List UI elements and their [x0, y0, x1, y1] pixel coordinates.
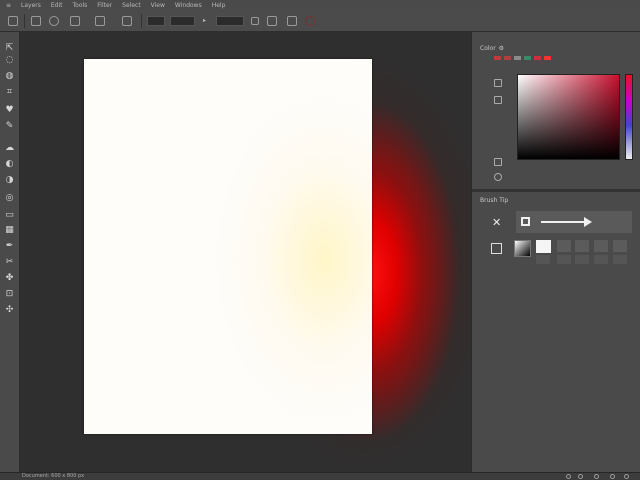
- zoom-out-icon[interactable]: [566, 474, 571, 479]
- tool-icon[interactable]: [31, 16, 41, 26]
- size-field[interactable]: [147, 16, 165, 26]
- swap-color-icon[interactable]: [494, 158, 502, 166]
- eyedropper-tool-icon[interactable]: ✎: [4, 120, 15, 131]
- menu-item-windows[interactable]: Windows: [175, 2, 202, 9]
- menu-bar: ≡ Layers Edit Tools Filter Select View W…: [0, 0, 640, 10]
- color-panel-header: Color ⚙: [480, 43, 504, 53]
- preset-cell[interactable]: [594, 240, 608, 252]
- opacity-field[interactable]: [216, 16, 244, 26]
- preset-cell[interactable]: [575, 255, 589, 264]
- document-info: Document: 600 x 800 px: [22, 473, 85, 479]
- preset-cell[interactable]: [594, 255, 608, 264]
- menu-item-home[interactable]: ≡: [6, 2, 11, 9]
- crop-tool-icon[interactable]: ⌗: [4, 86, 15, 97]
- preset-cell[interactable]: [575, 240, 589, 252]
- menu-item-help[interactable]: Help: [212, 2, 226, 9]
- eraser-tool-icon[interactable]: ◎: [4, 192, 15, 203]
- gradient-tool-icon[interactable]: ▦: [4, 224, 15, 235]
- circle-icon[interactable]: [49, 16, 59, 26]
- shape-tool-icon[interactable]: ✤: [4, 272, 15, 283]
- hand-tool-icon[interactable]: ⊡: [4, 288, 15, 299]
- menu-item-filter[interactable]: Filter: [97, 2, 112, 9]
- divider: [141, 14, 142, 28]
- tool-panel: ⇱ ◌ ◍ ⌗ ♥ ✎ ☁ ◐ ◑ ◎ ▭ ▦ ✒ ✂ ✤ ⊡ ✣: [0, 32, 20, 472]
- dropdown-arrow-icon[interactable]: ▸: [203, 17, 206, 24]
- swatch[interactable]: [504, 56, 511, 60]
- preset-cell[interactable]: [557, 240, 571, 252]
- flow-icon[interactable]: [251, 17, 259, 25]
- color-picker-field[interactable]: [517, 74, 620, 160]
- hue-slider[interactable]: [625, 74, 633, 160]
- arrow-icon: [584, 217, 592, 227]
- preset-cell[interactable]: [613, 255, 627, 264]
- brush-settings-icon[interactable]: ✕: [492, 216, 501, 229]
- marquee-tool-icon[interactable]: ◌: [4, 54, 15, 65]
- mode-field[interactable]: [170, 16, 195, 26]
- lock-icon[interactable]: [70, 16, 80, 26]
- swatch-strip: [494, 56, 551, 60]
- swatch[interactable]: [514, 56, 521, 60]
- menu-item-view[interactable]: View: [151, 2, 165, 9]
- gradient-swatch[interactable]: [514, 240, 531, 257]
- rotate-icon[interactable]: [594, 474, 599, 479]
- heal-tool-icon[interactable]: ♥: [4, 104, 15, 115]
- move-tool-icon[interactable]: ⇱: [4, 42, 15, 53]
- zoom-in-icon[interactable]: [578, 474, 583, 479]
- brush-tip-icon: [521, 217, 530, 226]
- panel-divider: [472, 189, 640, 192]
- swatch[interactable]: [544, 56, 551, 60]
- white-swatch[interactable]: [536, 240, 551, 253]
- foreground-color-icon[interactable]: [494, 79, 502, 87]
- fullscreen-icon[interactable]: [624, 474, 629, 479]
- clone-tool-icon[interactable]: ◐: [4, 158, 15, 169]
- reset-color-icon[interactable]: [494, 173, 502, 181]
- brush-tool-icon[interactable]: ☁: [4, 142, 15, 153]
- menu-item-edit[interactable]: Edit: [51, 2, 63, 9]
- brush-panel-header: Brush Tip: [480, 195, 508, 205]
- swatch[interactable]: [494, 56, 501, 60]
- text-tool-icon[interactable]: ✂: [4, 256, 15, 267]
- panel-menu-icon[interactable]: ⚙: [499, 45, 504, 52]
- brush-preset-icon[interactable]: [8, 16, 18, 26]
- brush-stroke-preview[interactable]: [516, 211, 632, 233]
- document-canvas[interactable]: [84, 59, 372, 434]
- symmetry-icon[interactable]: [305, 16, 315, 26]
- lasso-tool-icon[interactable]: ◍: [4, 70, 15, 81]
- history-tool-icon[interactable]: ◑: [4, 174, 15, 185]
- texture-icon[interactable]: [491, 243, 502, 254]
- right-panel-dock: Color ⚙ Brush Tip ✕: [471, 32, 640, 472]
- preset-cell[interactable]: [557, 255, 571, 264]
- canvas-workspace[interactable]: [20, 32, 471, 472]
- menu-item-tools[interactable]: Tools: [73, 2, 88, 9]
- pressure-icon[interactable]: [287, 16, 297, 26]
- fit-icon[interactable]: [610, 474, 615, 479]
- status-bar: Document: 600 x 800 px: [0, 472, 640, 480]
- brush-panel-title[interactable]: Brush Tip: [480, 197, 508, 204]
- stamp-icon[interactable]: [122, 16, 132, 26]
- airbrush-icon[interactable]: [267, 16, 277, 26]
- fill-tool-icon[interactable]: ▭: [4, 209, 15, 220]
- stroke-direction: [541, 221, 586, 223]
- preset-cell[interactable]: [536, 255, 550, 264]
- menu-item-layers[interactable]: Layers: [21, 2, 41, 9]
- square-icon[interactable]: [95, 16, 105, 26]
- swatch[interactable]: [534, 56, 541, 60]
- divider: [24, 14, 25, 28]
- zoom-tool-icon[interactable]: ✣: [4, 304, 15, 315]
- options-bar: ▸: [0, 10, 640, 32]
- background-color-icon[interactable]: [494, 96, 502, 104]
- pen-tool-icon[interactable]: ✒: [4, 240, 15, 251]
- preset-cell[interactable]: [613, 240, 627, 252]
- swatch[interactable]: [524, 56, 531, 60]
- color-panel-title[interactable]: Color: [480, 45, 496, 52]
- menu-item-select[interactable]: Select: [122, 2, 141, 9]
